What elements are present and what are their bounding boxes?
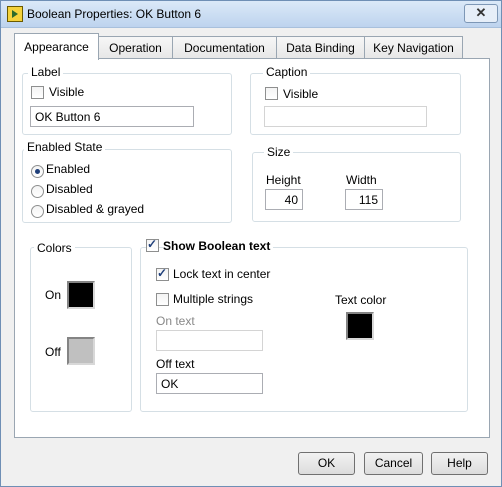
on-color-swatch[interactable] xyxy=(67,281,95,309)
caption-text-field[interactable] xyxy=(264,106,427,127)
window-title: Boolean Properties: OK Button 6 xyxy=(27,7,202,21)
multiple-strings-checkbox[interactable] xyxy=(156,293,169,306)
disabled-radio[interactable] xyxy=(31,185,44,198)
size-group xyxy=(252,152,461,222)
show-boolean-text-checkbox[interactable]: ✓ xyxy=(146,237,159,252)
width-field[interactable] xyxy=(345,189,383,210)
disabled-grayed-radio[interactable] xyxy=(31,205,44,218)
on-color-label: On xyxy=(45,288,62,302)
label-text-field[interactable] xyxy=(30,106,194,127)
text-color-label: Text color xyxy=(335,293,387,307)
caption-visible-text: Visible xyxy=(283,87,319,101)
text-color-swatch[interactable] xyxy=(346,312,374,340)
tab-key-navigation[interactable]: Key Navigation xyxy=(364,36,463,59)
size-group-title: Size xyxy=(264,145,294,159)
label-group-title: Label xyxy=(28,65,64,79)
tab-operation[interactable]: Operation xyxy=(98,36,173,59)
off-text-field[interactable] xyxy=(156,373,263,394)
disabled-radio-label: Disabled xyxy=(46,182,93,196)
label-visible-checkbox[interactable] xyxy=(31,86,44,99)
label-visible-text: Visible xyxy=(49,85,85,99)
labview-app-icon xyxy=(7,6,23,22)
help-button[interactable]: Help xyxy=(431,452,488,475)
enabled-radio[interactable] xyxy=(31,165,44,178)
close-button[interactable]: ✕ xyxy=(464,4,498,23)
colors-group-title: Colors xyxy=(34,241,75,255)
width-label: Width xyxy=(346,173,377,187)
enabled-radio-label: Enabled xyxy=(46,162,91,176)
tab-data-binding[interactable]: Data Binding xyxy=(276,36,365,59)
tab-appearance[interactable]: Appearance xyxy=(14,33,99,60)
show-boolean-text-label: Show Boolean text xyxy=(163,239,274,253)
boolean-properties-dialog: Boolean Properties: OK Button 6 ✕ Appear… xyxy=(0,0,502,487)
colors-group xyxy=(30,247,132,412)
caption-visible-checkbox[interactable] xyxy=(265,87,278,100)
off-color-swatch[interactable] xyxy=(67,337,95,365)
off-color-label: Off xyxy=(45,345,61,359)
height-field[interactable] xyxy=(265,189,303,210)
tab-documentation[interactable]: Documentation xyxy=(172,36,277,59)
height-label: Height xyxy=(266,173,301,187)
disabled-grayed-radio-label: Disabled & grayed xyxy=(46,202,145,216)
off-text-label: Off text xyxy=(156,357,195,371)
on-text-label: On text xyxy=(156,314,195,328)
cancel-button[interactable]: Cancel xyxy=(364,452,423,475)
ok-button[interactable]: OK xyxy=(298,452,355,475)
multiple-strings-label: Multiple strings xyxy=(173,292,254,306)
lock-text-center-label: Lock text in center xyxy=(173,267,271,281)
caption-group-title: Caption xyxy=(263,65,311,79)
title-bar[interactable]: Boolean Properties: OK Button 6 ✕ xyxy=(1,1,501,28)
enabled-state-title: Enabled State xyxy=(24,140,106,154)
lock-text-center-checkbox[interactable]: ✓ xyxy=(156,266,169,281)
on-text-field[interactable] xyxy=(156,330,263,351)
